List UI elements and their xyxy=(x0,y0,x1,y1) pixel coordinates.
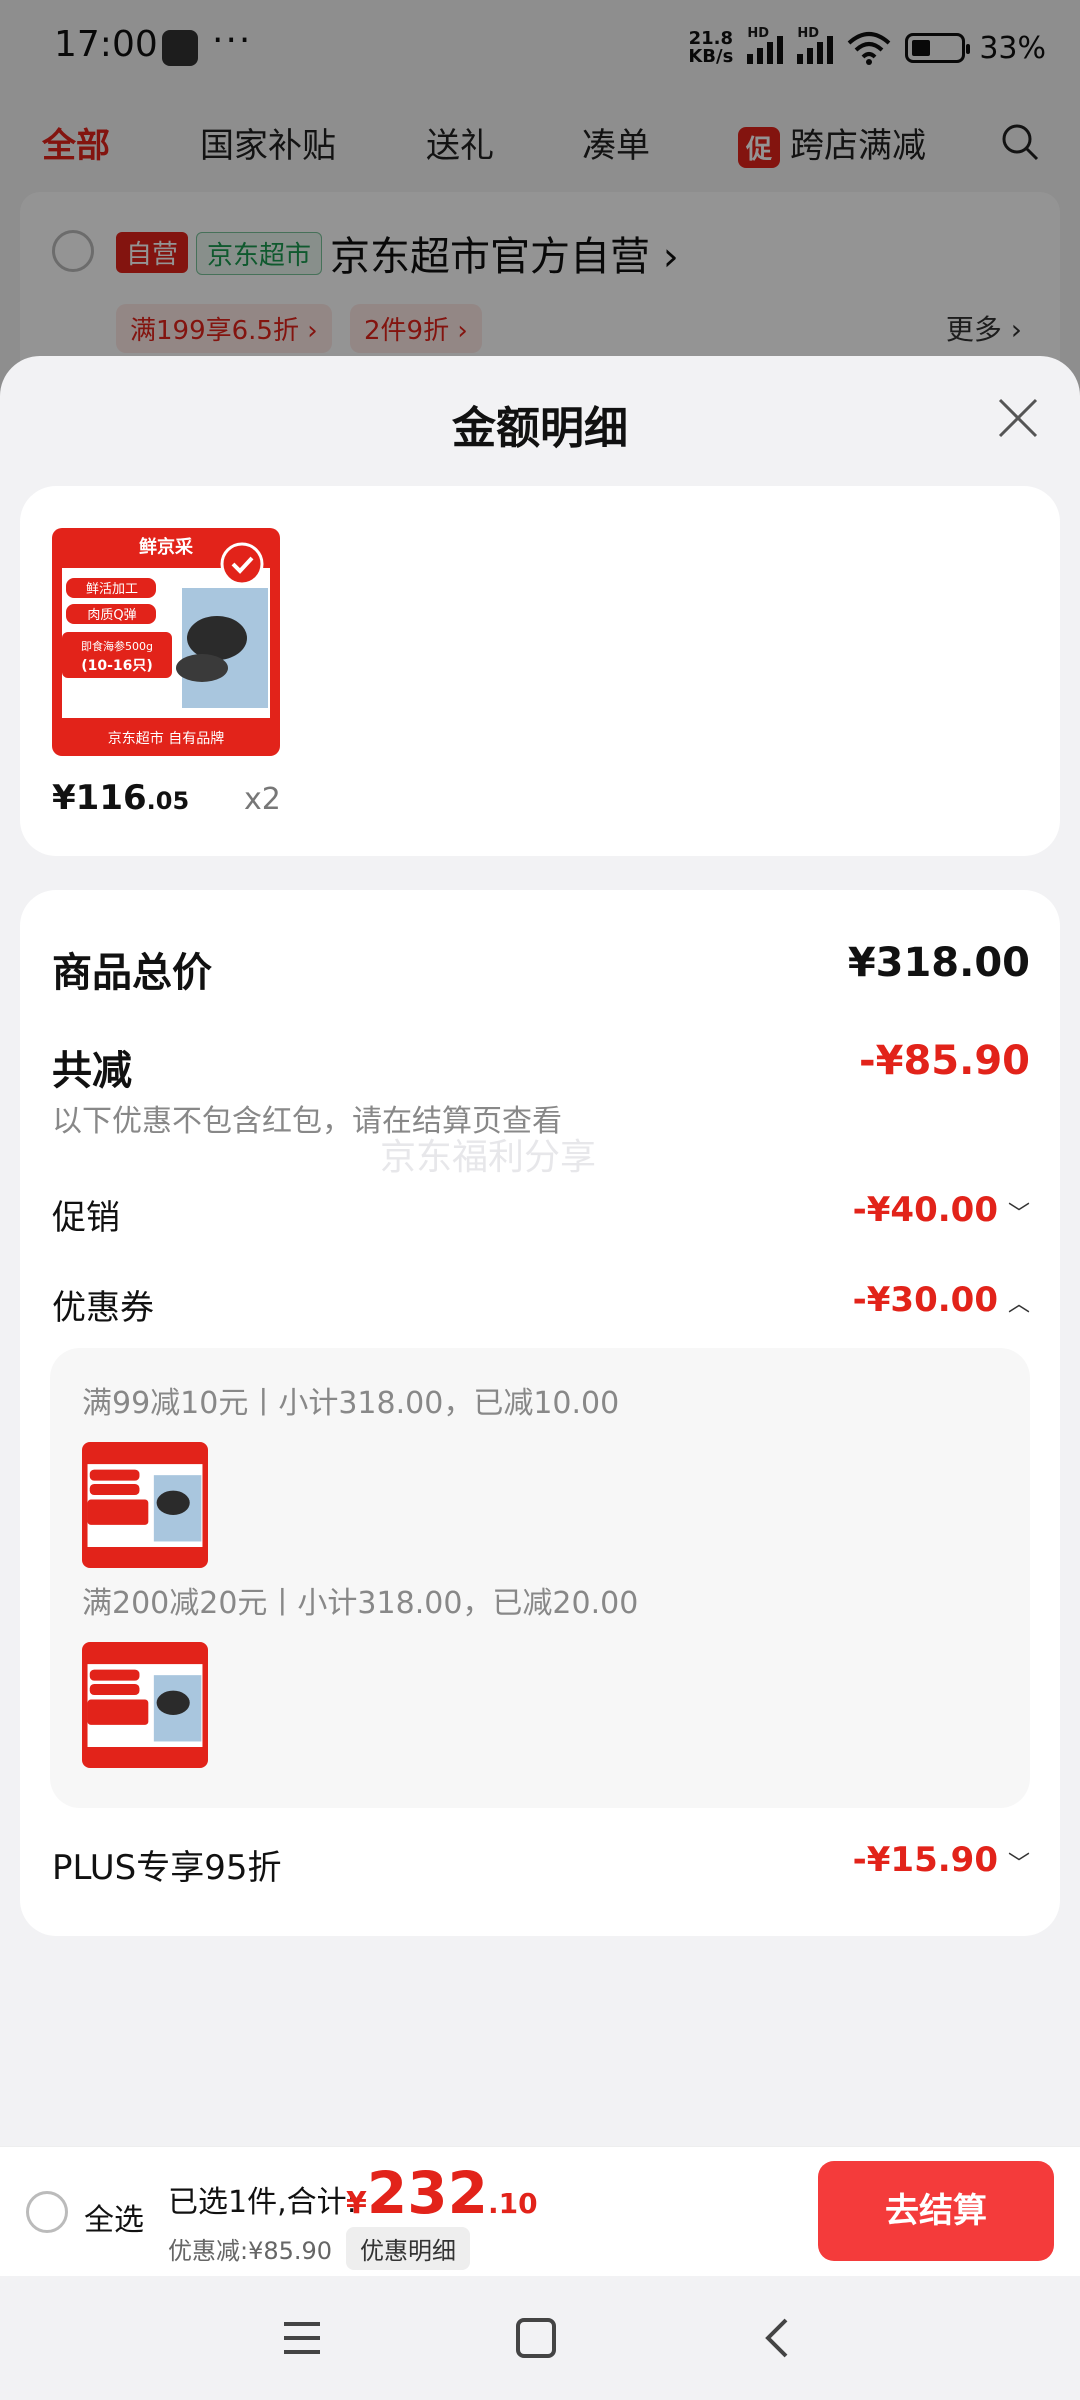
coupon-value: -¥30.00 ︿ xyxy=(852,1280,1030,1320)
svg-text:京东超市 自有品牌: 京东超市 自有品牌 xyxy=(108,730,224,747)
svg-text:鲜活加工: 鲜活加工 xyxy=(86,582,138,597)
svg-text:肉质Q弹: 肉质Q弹 xyxy=(87,608,136,623)
discount-summary: 优惠减:¥85.90 xyxy=(168,2237,333,2265)
amount-detail-sheet: 金额明细 鲜京采 鲜活加工 肉质Q弹 即食海参500g (10-16只) 京东超… xyxy=(0,356,1080,2400)
close-icon[interactable] xyxy=(996,396,1040,440)
selection-summary: 已选1件,合计: xyxy=(168,2185,357,2220)
sheet-title: 金额明细 xyxy=(452,403,628,454)
plus-discount-row[interactable]: PLUS专享95折 -¥15.90 ﹀ xyxy=(52,1840,1030,1889)
coupon-product-thumb xyxy=(82,1442,208,1568)
home-icon[interactable] xyxy=(514,2318,558,2358)
total-price-label: 商品总价 xyxy=(52,950,212,996)
svg-text:即食海参500g: 即食海参500g xyxy=(81,639,153,653)
select-all-label[interactable]: 全选 xyxy=(84,2195,144,2239)
select-all-radio[interactable] xyxy=(26,2191,68,2233)
product-quantity: x2 xyxy=(244,782,281,817)
promotion-row[interactable]: 促销 -¥40.00 ﹀ xyxy=(52,1190,1030,1239)
total-reduction-value: -¥85.90 xyxy=(859,1038,1030,1084)
plus-discount-value: -¥15.90 ﹀ xyxy=(852,1840,1030,1880)
watermark: 京东福利分享 xyxy=(380,1137,597,1178)
checkout-button[interactable]: 去结算 xyxy=(818,2161,1054,2261)
coupon-row[interactable]: 优惠券 -¥30.00 ︿ xyxy=(52,1280,1030,1329)
plus-discount-label: PLUS专享95折 xyxy=(52,1848,282,1888)
total-price-value: ¥318.00 xyxy=(847,940,1030,986)
total-price-row: 商品总价 ¥318.00 xyxy=(52,940,1030,998)
chevron-down-icon: ﹀ xyxy=(1007,1851,1030,1877)
product-image[interactable]: 鲜京采 鲜活加工 肉质Q弹 即食海参500g (10-16只) 京东超市 自有品… xyxy=(52,528,280,756)
menu-icon[interactable] xyxy=(280,2318,324,2358)
total-reduction-label: 共减 xyxy=(52,1048,132,1094)
promotion-value: -¥40.00 ﹀ xyxy=(852,1190,1030,1230)
coupon-product-thumb xyxy=(82,1642,208,1768)
chevron-up-icon: ︿ xyxy=(1007,1291,1030,1317)
discount-detail-button[interactable]: 优惠明细 xyxy=(346,2227,470,2270)
system-nav-bar xyxy=(0,2276,1080,2400)
svg-text:(10-16只): (10-16只) xyxy=(81,658,153,674)
product-price: ¥116.05 xyxy=(52,778,190,818)
back-icon[interactable] xyxy=(756,2318,800,2358)
total-reduction-row: 共减 -¥85.90 xyxy=(52,1038,1030,1096)
chevron-down-icon: ﹀ xyxy=(1007,1201,1030,1227)
coupon-detail-line: 满200减20元丨小计318.00，已减20.00 xyxy=(82,1586,639,1621)
price-detail-card: 商品总价 ¥318.00 共减 -¥85.90 以下优惠不包含红包，请在结算页查… xyxy=(20,890,1060,1936)
total-amount: ¥232.10 xyxy=(346,2159,538,2227)
thumb-brand: 鲜京采 xyxy=(139,536,194,558)
coupon-label: 优惠券 xyxy=(52,1288,154,1328)
promotion-label: 促销 xyxy=(52,1198,120,1238)
product-card: 鲜京采 鲜活加工 肉质Q弹 即食海参500g (10-16只) 京东超市 自有品… xyxy=(20,486,1060,856)
coupon-detail-line: 满99减10元丨小计318.00，已减10.00 xyxy=(82,1386,620,1421)
coupon-detail-box: 满99减10元丨小计318.00，已减10.00 满200减20元丨小计318.… xyxy=(50,1348,1030,1808)
checkout-bar: 全选 已选1件,合计: ¥232.10 优惠减:¥85.90 优惠明细 去结算 xyxy=(0,2146,1080,2276)
